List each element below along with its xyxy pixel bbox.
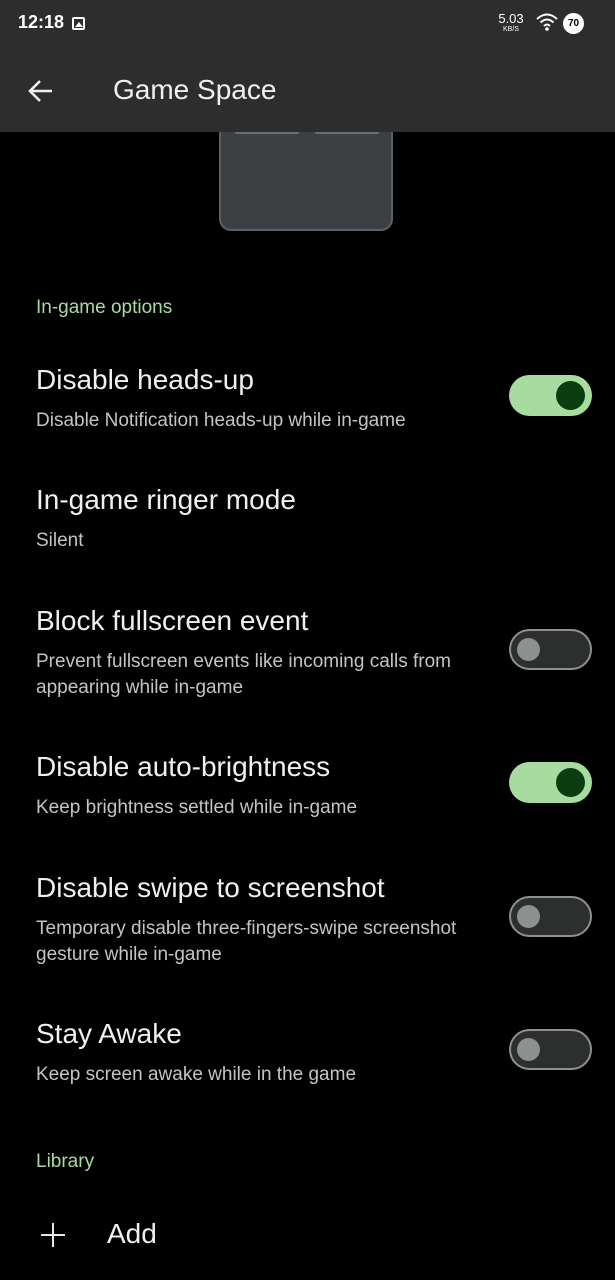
option-summary: Silent [36, 530, 84, 551]
stay-awake-toggle[interactable] [509, 1029, 592, 1070]
option-ingame-ringer-mode[interactable]: In-game ringer mode Silent [0, 484, 615, 564]
status-bar: 12:18 5.03 KB/S 70 [0, 0, 615, 50]
option-title: In-game ringer mode [36, 484, 296, 515]
disable-swipe-to-screenshot-toggle[interactable] [509, 896, 592, 937]
back-arrow-icon[interactable] [26, 76, 56, 106]
option-summary: Temporary disable three-fingers-swipe sc… [36, 918, 457, 965]
section-header-library: Library [36, 1151, 95, 1172]
option-disable-heads-up[interactable]: Disable heads-up Disable Notification he… [0, 364, 615, 444]
option-title: Disable auto-brightness [36, 751, 331, 782]
option-summary: Keep screen awake while in the game [36, 1064, 357, 1085]
option-title: Block fullscreen event [36, 605, 309, 636]
toggle-knob [517, 905, 540, 928]
block-fullscreen-event-toggle[interactable] [509, 629, 592, 670]
network-speed: 5.03 KB/S [494, 12, 528, 33]
option-title: Stay Awake [36, 1018, 182, 1049]
app-bar: Game Space [0, 50, 615, 132]
network-speed-unit: KB/S [503, 26, 519, 33]
preview-tab-right [315, 132, 379, 134]
toggle-knob [556, 381, 585, 410]
option-title: Disable heads-up [36, 364, 254, 395]
plus-icon [41, 1223, 65, 1247]
option-disable-auto-brightness[interactable]: Disable auto-brightness Keep brightness … [0, 751, 615, 831]
option-block-fullscreen-event[interactable]: Block fullscreen event Prevent fullscree… [0, 605, 615, 705]
network-speed-value: 5.03 [498, 11, 524, 26]
option-title: Disable swipe to screenshot [36, 872, 385, 903]
battery-icon: 70 [563, 13, 584, 34]
option-summary: Disable Notification heads-up while in-g… [36, 410, 406, 431]
toggle-knob [556, 768, 585, 797]
status-time: 12:18 [18, 12, 65, 32]
option-summary: Keep brightness settled while in-game [36, 797, 358, 818]
library-add-button[interactable]: Add [0, 1200, 615, 1270]
game-preview-card [219, 132, 393, 231]
toggle-knob [517, 1038, 540, 1061]
disable-auto-brightness-toggle[interactable] [509, 762, 592, 803]
option-stay-awake[interactable]: Stay Awake Keep screen awake while in th… [0, 1018, 615, 1098]
option-disable-swipe-to-screenshot[interactable]: Disable swipe to screenshot Temporary di… [0, 872, 615, 972]
page-title: Game Space [113, 74, 277, 105]
preview-tab-left [235, 132, 299, 134]
disable-heads-up-toggle[interactable] [509, 375, 592, 416]
wifi-icon [536, 13, 558, 31]
add-label: Add [107, 1218, 157, 1249]
toggle-knob [517, 638, 540, 661]
section-header-ingame-options: In-game options [36, 297, 173, 318]
option-summary: Prevent fullscreen events like incoming … [36, 651, 452, 698]
image-notification-icon [72, 17, 85, 30]
